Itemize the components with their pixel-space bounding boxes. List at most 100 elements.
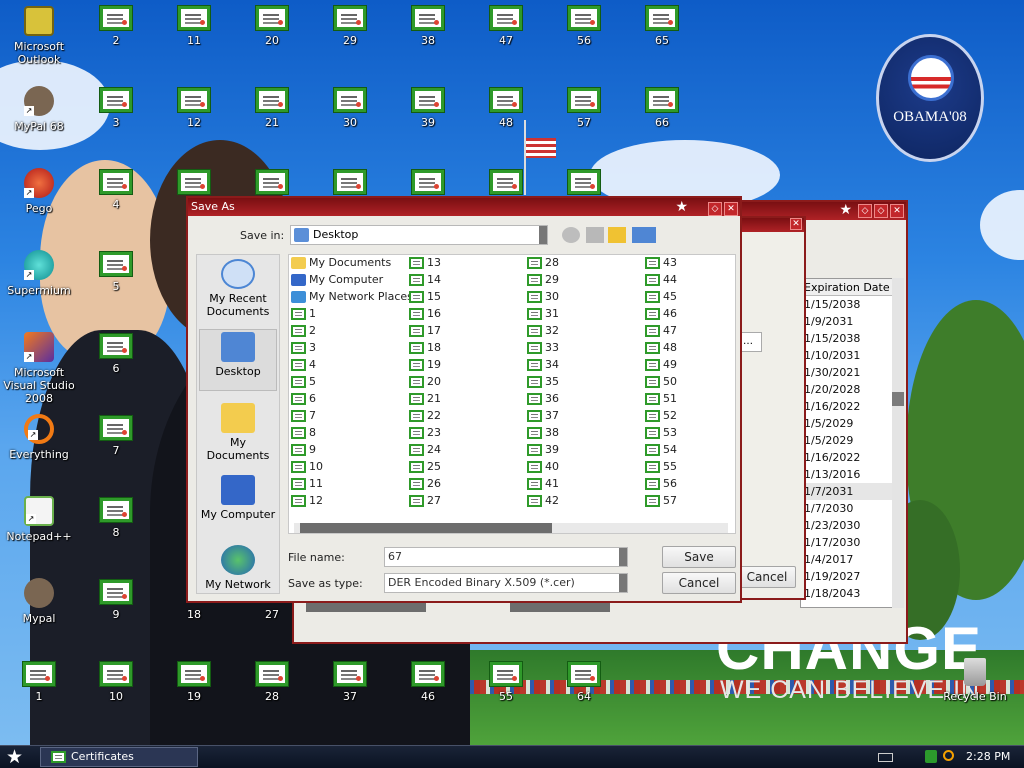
- save-button[interactable]: Save: [662, 546, 736, 568]
- file-list-item[interactable]: 50: [645, 374, 677, 390]
- file-list-item[interactable]: 55: [645, 459, 677, 475]
- file-list-item[interactable]: 23: [409, 425, 441, 441]
- desktop-cert-11[interactable]: 11: [155, 5, 233, 47]
- desktop-cert-40-partial[interactable]: [389, 169, 467, 198]
- view-menu-icon[interactable]: [632, 227, 656, 243]
- desktop-cert-4[interactable]: 4: [77, 169, 155, 211]
- close-button[interactable]: ✕: [890, 204, 904, 218]
- file-list-item[interactable]: 3: [291, 340, 316, 356]
- desktop-cert-10[interactable]: 10: [77, 661, 155, 703]
- browse-button[interactable]: …: [740, 332, 762, 352]
- expiration-date-cell[interactable]: 1/18/2043: [801, 585, 903, 602]
- file-list-scrollbar[interactable]: [294, 523, 728, 533]
- desktop-cert-65[interactable]: 65: [623, 5, 701, 47]
- file-list-item[interactable]: 27: [409, 493, 441, 509]
- desktop-cert-1[interactable]: 1: [0, 661, 78, 703]
- expiration-date-cell[interactable]: 1/16/2022: [801, 398, 903, 415]
- file-list-item[interactable]: 4: [291, 357, 316, 373]
- file-list-item[interactable]: 12: [291, 493, 323, 509]
- desktop-cert-3[interactable]: 3: [77, 87, 155, 129]
- file-list-item[interactable]: 29: [527, 272, 559, 288]
- place-recent-documents[interactable]: My Recent Documents: [199, 259, 277, 318]
- desktop-cert-37[interactable]: 37: [311, 661, 389, 703]
- file-list-item[interactable]: 44: [645, 272, 677, 288]
- file-list-item[interactable]: 13: [409, 255, 441, 271]
- desktop-icon-notepad-plus[interactable]: Notepad++: [0, 496, 78, 543]
- place-my-documents[interactable]: My Documents: [199, 403, 277, 462]
- file-list-item[interactable]: 15: [409, 289, 441, 305]
- expiration-date-cell[interactable]: 1/30/2021: [801, 364, 903, 381]
- expiration-date-cell[interactable]: 1/5/2029: [801, 415, 903, 432]
- desktop-cert-5[interactable]: 5: [77, 251, 155, 293]
- expiration-date-cell[interactable]: 1/7/2031: [801, 483, 903, 500]
- save-type-dropdown[interactable]: DER Encoded Binary X.509 (*.cer): [384, 573, 628, 593]
- maximize-button[interactable]: ◇: [874, 204, 888, 218]
- file-list-item[interactable]: 54: [645, 442, 677, 458]
- desktop-cert-28[interactable]: 28: [233, 661, 311, 703]
- file-list-item[interactable]: 21: [409, 391, 441, 407]
- save-in-dropdown[interactable]: Desktop: [290, 225, 548, 245]
- file-list-item[interactable]: 1: [291, 306, 316, 322]
- desktop-cert-58-partial[interactable]: [545, 169, 623, 198]
- file-list-item[interactable]: 47: [645, 323, 677, 339]
- expiration-date-cell[interactable]: 1/23/2030: [801, 517, 903, 534]
- file-list-item[interactable]: 39: [527, 442, 559, 458]
- file-list-item[interactable]: 25: [409, 459, 441, 475]
- desktop-cert-66[interactable]: 66: [623, 87, 701, 129]
- file-list-item[interactable]: 31: [527, 306, 559, 322]
- file-list-item[interactable]: 56: [645, 476, 677, 492]
- window-titlebar[interactable]: ✕: [740, 218, 804, 232]
- desktop-cert-7[interactable]: 7: [77, 415, 155, 457]
- expiration-date-cell[interactable]: 1/9/2031: [801, 313, 903, 330]
- wizard-cancel-button[interactable]: Cancel: [738, 566, 796, 588]
- file-list-item[interactable]: 10: [291, 459, 323, 475]
- desktop-cert-31-partial[interactable]: [311, 169, 389, 198]
- expiration-date-cell[interactable]: 1/19/2027: [801, 568, 903, 585]
- cancel-button[interactable]: Cancel: [662, 572, 736, 594]
- desktop-cert-21[interactable]: 21: [233, 87, 311, 129]
- file-list-item[interactable]: 7: [291, 408, 316, 424]
- file-list-item[interactable]: 24: [409, 442, 441, 458]
- desktop-cert-46[interactable]: 46: [389, 661, 467, 703]
- file-list-item-folder[interactable]: My Computer: [291, 272, 383, 288]
- place-my-computer[interactable]: My Computer: [199, 475, 277, 521]
- file-list-item[interactable]: 2: [291, 323, 316, 339]
- file-list-item[interactable]: 6: [291, 391, 316, 407]
- desktop-cert-30[interactable]: 30: [311, 87, 389, 129]
- desktop-cert-19[interactable]: 19: [155, 661, 233, 703]
- save-as-dialog[interactable]: Save As ★ ◇ ✕ Save in: Desktop My Recent …: [186, 196, 742, 603]
- expiration-date-cell[interactable]: 1/13/2016: [801, 466, 903, 483]
- desktop-cert-64[interactable]: 64: [545, 661, 623, 703]
- start-button[interactable]: ★: [6, 746, 23, 768]
- new-folder-icon[interactable]: [608, 227, 626, 243]
- file-list-item[interactable]: 30: [527, 289, 559, 305]
- file-list-item[interactable]: 19: [409, 357, 441, 373]
- desktop-cert-48[interactable]: 48: [467, 87, 545, 129]
- desktop-cert-8[interactable]: 8: [77, 497, 155, 539]
- back-icon[interactable]: [562, 227, 580, 243]
- file-list-item[interactable]: 17: [409, 323, 441, 339]
- file-list-item[interactable]: 22: [409, 408, 441, 424]
- desktop-cert-22-partial[interactable]: [233, 169, 311, 198]
- desktop-icon-pego[interactable]: Pego: [0, 168, 78, 215]
- file-list-item[interactable]: 36: [527, 391, 559, 407]
- close-button[interactable]: ✕: [724, 202, 738, 216]
- file-list-item[interactable]: 32: [527, 323, 559, 339]
- file-list[interactable]: My Documents My Computer My Network Places…: [288, 254, 736, 534]
- desktop-icon-mypal68[interactable]: MyPal 68: [0, 86, 78, 133]
- file-list-item-folder[interactable]: My Network Places: [291, 289, 413, 305]
- desktop-cert-9[interactable]: 9: [77, 579, 155, 621]
- desktop-icon-everything[interactable]: Everything: [0, 414, 78, 461]
- desktop-cert-13-partial[interactable]: [155, 169, 233, 198]
- desktop-icon-mypal[interactable]: Mypal: [0, 578, 78, 625]
- taskbar-item-certificates[interactable]: Certificates: [40, 747, 198, 767]
- file-list-item[interactable]: 46: [645, 306, 677, 322]
- desktop-icon-outlook[interactable]: Microsoft Outlook: [0, 6, 78, 66]
- dialog-titlebar[interactable]: Save As ★ ◇ ✕: [188, 198, 740, 216]
- scrollbar-thumb[interactable]: [300, 523, 552, 533]
- file-list-item[interactable]: 51: [645, 391, 677, 407]
- certificate-list-scrollbar[interactable]: [892, 278, 904, 608]
- expiration-date-cell[interactable]: 1/4/2017: [801, 551, 903, 568]
- file-list-item[interactable]: 18: [409, 340, 441, 356]
- file-list-item[interactable]: 16: [409, 306, 441, 322]
